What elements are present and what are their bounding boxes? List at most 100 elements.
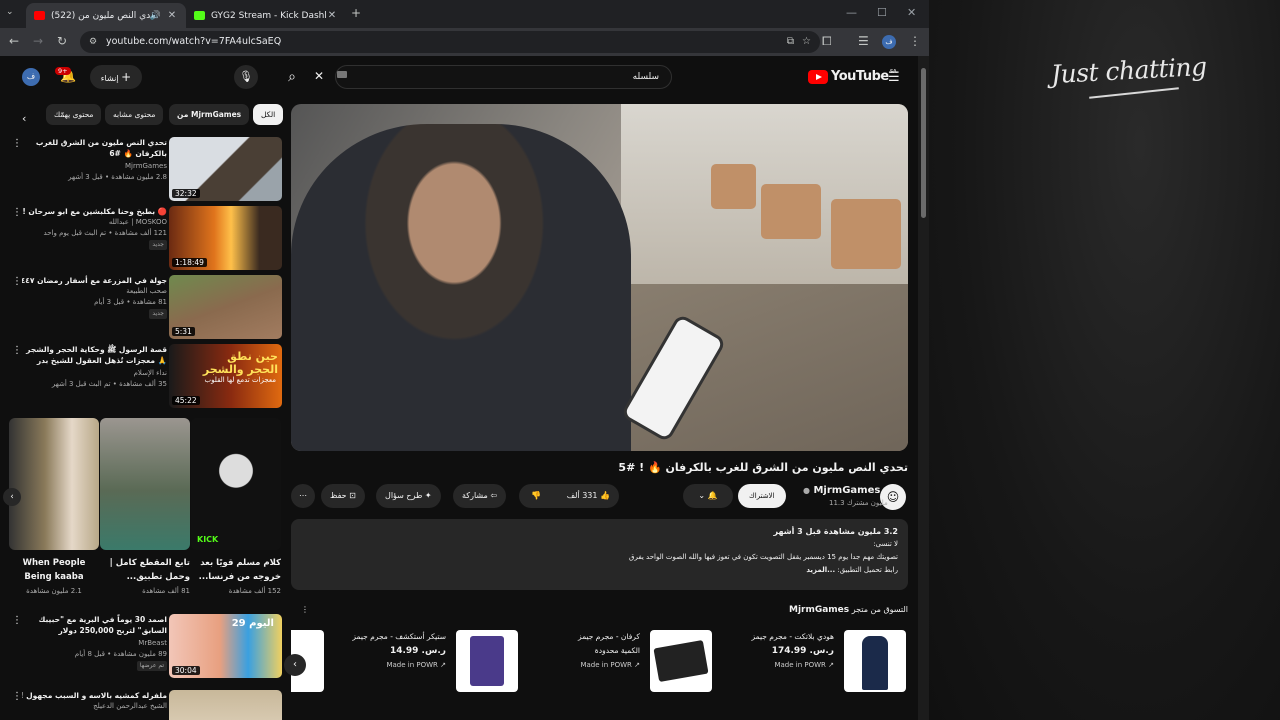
recommendation-item[interactable]: 5:31 ⋮ جولة في المزرعة مع أسفار رمضان ١٤… xyxy=(8,275,282,341)
product-image[interactable] xyxy=(456,630,518,692)
more-actions-icon[interactable]: ⋮ xyxy=(12,207,22,218)
share-button[interactable]: ⇦ مشاركة xyxy=(453,484,507,508)
video-thumbnail[interactable]: حين نطق الحجر والشجر معجزات تدمع لها الق… xyxy=(169,344,282,408)
video-thumbnail[interactable]: اليوم 29 30:04 xyxy=(169,614,282,678)
ask-button[interactable]: ✦ طرح سؤال xyxy=(376,484,441,508)
more-actions-button[interactable]: ⋯ xyxy=(291,484,315,508)
short-item[interactable]: كلام مسلم قويًا بعد خروجه من فرنسا... 15… xyxy=(191,556,281,598)
channel-name[interactable]: نداء الإسلام xyxy=(22,368,167,379)
account-avatar[interactable]: ف xyxy=(22,68,40,86)
new-tab-button[interactable]: + xyxy=(351,6,361,20)
product-card[interactable]: كرفان - مجرم جيمز الكمية محدودة ↗ Made i… xyxy=(542,630,712,692)
video-title[interactable]: 🔴 بطبخ وحنا مكلبشين مع ابو سرحان !! xyxy=(22,206,167,217)
short-thumbnail[interactable] xyxy=(9,418,99,550)
search-input[interactable]: سلسله xyxy=(335,65,672,89)
recommendation-item[interactable]: اليوم 29 30:04 ⋮ اصمد 30 يوماً في البرية… xyxy=(8,614,282,680)
channel-name[interactable]: الشيخ عبدالرحمن الدعيلج xyxy=(22,701,167,712)
close-icon[interactable]: ✕ xyxy=(326,10,338,21)
bookmark-star-icon[interactable]: ☆ xyxy=(802,31,811,53)
chip-all[interactable]: الكل xyxy=(253,104,284,125)
shop-prev-chevron-icon[interactable]: ‹ xyxy=(284,654,306,676)
tab-search-icon[interactable]: ⌄ xyxy=(6,7,14,17)
sparkle-icon: ✦ xyxy=(424,491,432,500)
product-image[interactable] xyxy=(844,630,906,692)
show-more-link[interactable]: ...المزيد xyxy=(806,566,835,574)
short-item[interactable]: تابع المقطع كامل | وحمل تطبيق... 81 ألف … xyxy=(100,556,190,598)
minimize-button[interactable]: — xyxy=(846,6,857,19)
extensions-icon[interactable]: ⧠ xyxy=(822,34,832,49)
close-icon[interactable]: ✕ xyxy=(166,10,178,21)
video-thumbnail[interactable]: 5:31 xyxy=(169,275,282,339)
dislike-button[interactable]: 👎 xyxy=(531,484,541,508)
video-thumbnail[interactable]: 1:18:49 xyxy=(169,206,282,270)
product-name[interactable]: ستيكر أستكشف - مجرم جيمز xyxy=(346,630,446,644)
browser-menu-icon[interactable]: ⋮ xyxy=(909,34,921,48)
audio-icon[interactable]: 🔊 xyxy=(150,11,161,21)
short-title[interactable]: تابع المقطع كامل | وحمل تطبيق... xyxy=(100,556,190,584)
url-field[interactable]: ⚙ youtube.com/watch?v=7FA4ulcSaEQ ⧉ ☆ xyxy=(80,31,820,53)
reading-list-icon[interactable]: ☰ xyxy=(858,34,869,48)
channel-name[interactable]: MOSKOO | عبدالله xyxy=(22,217,167,228)
video-title[interactable]: قصة الرسول ﷺ وحكاية الحجر والشجر 🙏 معجزا… xyxy=(22,344,167,368)
chip-for-you[interactable]: محتوى يهمّك xyxy=(46,104,102,125)
site-info-icon[interactable]: ⚙ xyxy=(89,31,97,53)
maximize-button[interactable]: ☐ xyxy=(877,6,887,19)
chip-from-channel[interactable]: من MjrmGames xyxy=(169,104,250,125)
more-actions-icon[interactable]: ⋮ xyxy=(12,345,22,356)
product-name[interactable]: كرفان - مجرم جيمز xyxy=(540,630,640,644)
like-button[interactable]: 👍 331 ألف xyxy=(567,484,610,508)
cast-icon[interactable]: ⧉ xyxy=(787,31,794,53)
product-card[interactable]: هودي بلاتكت - مجرم جيمز ر.س. 174.99 ↗ Ma… xyxy=(736,630,906,692)
subscribe-button[interactable]: الاشتراك xyxy=(738,484,786,508)
voice-search-mic-icon[interactable]: 🎙 xyxy=(234,65,258,89)
channel-name[interactable]: MrBeast xyxy=(22,638,167,649)
channel-name[interactable]: صحب الطبيعة xyxy=(22,286,167,297)
product-image[interactable] xyxy=(650,630,712,692)
video-player[interactable] xyxy=(291,104,908,451)
video-thumbnail[interactable]: 32:32 xyxy=(169,137,282,201)
save-button[interactable]: ⊡ حفظ xyxy=(321,484,365,508)
more-actions-icon[interactable]: ⋮ xyxy=(12,138,22,149)
video-thumbnail[interactable] xyxy=(169,690,282,720)
reload-button[interactable]: ↻ xyxy=(57,34,67,48)
keyboard-icon[interactable] xyxy=(337,71,347,78)
description-box[interactable]: 3.2 مليون مشاهدة قبل 3 أشهر لا تنسى: تصو… xyxy=(291,519,908,590)
search-icon[interactable]: ⌕ xyxy=(274,65,310,89)
tab-youtube[interactable]: (522) تحدي النص مليون من 🔊 ✕ xyxy=(26,3,186,28)
profile-avatar[interactable]: ف xyxy=(882,35,896,49)
short-thumbnail[interactable]: KICK xyxy=(191,418,281,550)
product-card[interactable]: ستيكر أستكشف - مجرم جيمز ر.س. 14.99 ↗ Ma… xyxy=(348,630,518,692)
notifications-menu-button[interactable]: 🔔 ⌄ xyxy=(683,484,733,508)
recommendation-item[interactable]: 1:18:49 ⋮ 🔴 بطبخ وحنا مكلبشين مع ابو سرح… xyxy=(8,206,282,272)
create-button[interactable]: إنشاء + xyxy=(90,65,142,89)
channel-name[interactable]: MjrmGames xyxy=(22,161,167,172)
short-thumbnail[interactable] xyxy=(100,418,190,550)
video-title[interactable]: تحدي النص مليون من الشرق للغرب بالكرفان … xyxy=(22,137,167,161)
more-actions-icon[interactable]: ⋮ xyxy=(12,276,22,287)
more-actions-icon[interactable]: ⋮ xyxy=(12,615,22,626)
close-window-button[interactable]: ✕ xyxy=(907,6,916,19)
recommendation-item[interactable]: 32:32 ⋮ تحدي النص مليون من الشرق للغرب ب… xyxy=(8,137,282,203)
recommendation-item[interactable]: ⋮ ملفرله كمشيه بالاسه و السبب مجهول !! ا… xyxy=(8,690,282,720)
video-title[interactable]: جولة في المزرعة مع أسفار رمضان ١٤٤٧ xyxy=(22,275,167,286)
guide-menu-icon[interactable]: ☰ xyxy=(888,70,900,85)
short-title[interactable]: When People Being kaaba xyxy=(9,556,99,584)
scrollbar-thumb[interactable] xyxy=(921,68,926,218)
tab-kick[interactable]: GYG2 Stream - Kick Dashboard ✕ xyxy=(186,3,346,28)
page-scrollbar[interactable] xyxy=(918,56,929,720)
video-title[interactable]: ملفرله كمشيه بالاسه و السبب مجهول !! xyxy=(22,690,167,701)
channel-name[interactable]: ● MjrmGames xyxy=(803,485,880,496)
video-title[interactable]: اصمد 30 يوماً في البرية مع "حبيبك السابق… xyxy=(22,614,168,638)
youtube-logo[interactable]: YouTube SA xyxy=(808,69,897,84)
clear-search-icon[interactable]: ✕ xyxy=(314,69,324,83)
back-button[interactable]: ← xyxy=(9,34,19,48)
more-actions-icon[interactable]: ⋮ xyxy=(12,691,22,702)
chip-similar[interactable]: محتوى مشابه xyxy=(105,104,164,125)
short-item[interactable]: When People Being kaaba 2.1 مليون مشاهدة xyxy=(9,556,99,598)
recommendation-item[interactable]: حين نطق الحجر والشجر معجزات تدمع لها الق… xyxy=(8,344,282,410)
product-name[interactable]: هودي بلاتكت - مجرم جيمز xyxy=(734,630,834,644)
shorts-prev-chevron-icon[interactable]: ‹ xyxy=(3,488,21,506)
shop-more-icon[interactable]: ⋮ xyxy=(301,605,309,614)
forward-button[interactable]: → xyxy=(33,34,43,48)
short-title[interactable]: كلام مسلم قويًا بعد خروجه من فرنسا... xyxy=(191,556,281,584)
